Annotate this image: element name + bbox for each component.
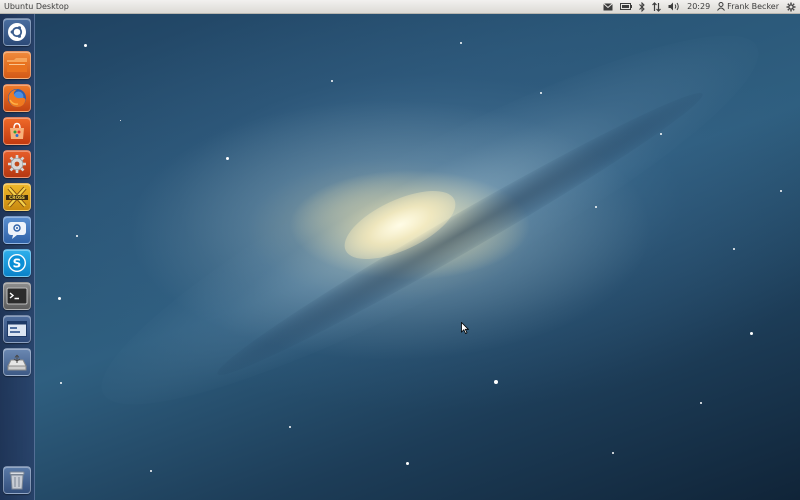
network-icon[interactable] <box>652 0 662 13</box>
star <box>60 382 62 384</box>
star <box>595 206 597 208</box>
star <box>120 120 121 121</box>
star <box>58 297 61 300</box>
star <box>84 44 87 47</box>
terminal-icon <box>6 286 28 306</box>
window-title: Ubuntu Desktop <box>4 2 69 11</box>
chat-bubble-icon <box>6 220 28 240</box>
top-panel: Ubuntu Desktop 20:29 Frank Becker <box>0 0 800 14</box>
bluetooth-icon[interactable] <box>639 0 645 13</box>
volume-icon[interactable] <box>668 0 680 13</box>
launcher-empathy[interactable] <box>3 216 31 244</box>
launcher: CROSS S <box>0 14 35 500</box>
launcher-skype[interactable]: S <box>3 249 31 277</box>
star <box>406 462 409 465</box>
desktop-screen: Ubuntu Desktop 20:29 Frank Becker CROSS … <box>0 0 800 500</box>
shopping-bag-icon <box>7 121 27 141</box>
svg-text:CROSS: CROSS <box>9 195 25 200</box>
star <box>750 332 753 335</box>
clock[interactable]: 20:29 <box>687 0 710 13</box>
battery-icon[interactable] <box>620 0 633 13</box>
launcher-system-settings[interactable] <box>3 150 31 178</box>
crossover-icon: CROSS <box>5 186 29 208</box>
launcher-firefox[interactable] <box>3 84 31 112</box>
ubuntu-logo-icon <box>7 22 27 42</box>
folder-icon <box>6 56 28 74</box>
user-menu[interactable]: Frank Becker <box>717 0 779 13</box>
launcher-terminal[interactable] <box>3 282 31 310</box>
star <box>612 452 614 454</box>
user-icon <box>717 2 726 11</box>
star <box>289 426 291 428</box>
star <box>494 380 498 384</box>
star <box>150 470 152 472</box>
launcher-usb-drive[interactable] <box>3 348 31 376</box>
indicator-area: 20:29 Frank Becker <box>596 0 796 13</box>
star <box>700 402 702 404</box>
launcher-trash[interactable] <box>3 466 31 494</box>
star <box>780 190 782 192</box>
workspace-icon <box>6 320 28 338</box>
firefox-icon <box>6 87 28 109</box>
launcher-crossover[interactable]: CROSS <box>3 183 31 211</box>
star <box>540 92 542 94</box>
settings-gears-icon <box>6 153 28 175</box>
skype-icon: S <box>6 252 28 274</box>
star <box>76 235 78 237</box>
star <box>733 248 735 250</box>
trash-icon <box>7 469 27 491</box>
mail-icon[interactable] <box>603 0 613 13</box>
launcher-dash-home[interactable] <box>3 18 31 46</box>
user-name: Frank Becker <box>727 2 779 11</box>
launcher-workspace-switcher[interactable] <box>3 315 31 343</box>
usb-drive-icon <box>6 352 28 372</box>
star <box>226 157 229 160</box>
session-gear-icon[interactable] <box>786 0 796 13</box>
star <box>460 42 462 44</box>
star <box>660 133 662 135</box>
svg-text:S: S <box>13 257 22 271</box>
launcher-software-center[interactable] <box>3 117 31 145</box>
star <box>331 80 333 82</box>
mouse-pointer-icon <box>461 319 470 338</box>
launcher-files[interactable] <box>3 51 31 79</box>
desktop-wallpaper[interactable] <box>0 0 800 500</box>
